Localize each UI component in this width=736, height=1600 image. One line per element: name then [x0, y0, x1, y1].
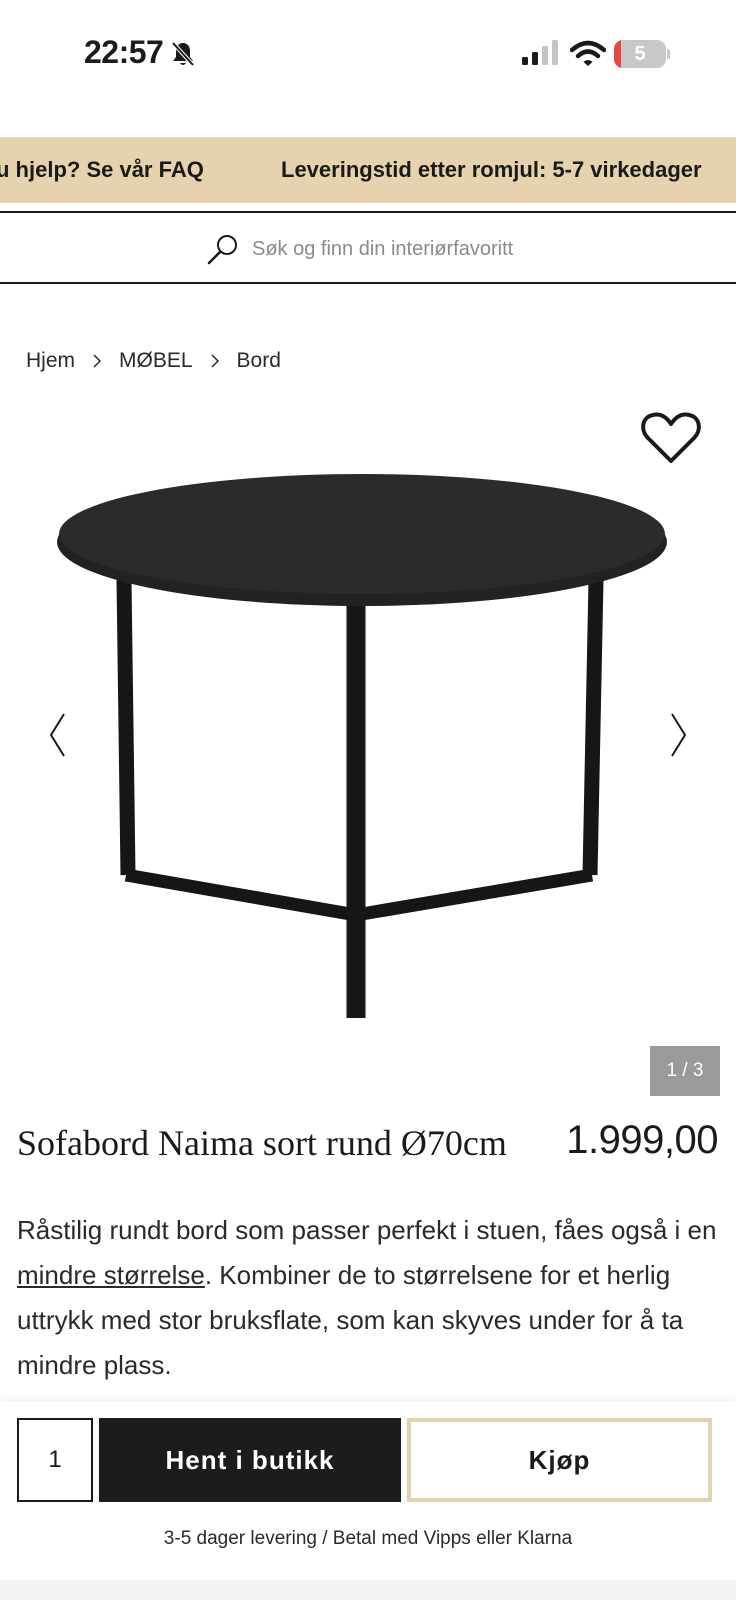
chevron-right-icon[interactable]: [662, 710, 692, 760]
search-input[interactable]: [252, 231, 672, 267]
purchase-bar: Hent i butikk Kjøp 3-5 dager levering / …: [0, 1402, 736, 1580]
breadcrumb-bord[interactable]: Bord: [237, 349, 281, 373]
delivery-note: 3-5 dager levering / Betal med Vipps ell…: [163, 1528, 573, 1549]
bell-slash-icon: [171, 41, 195, 67]
product-title: Sofabord Naima sort rund Ø70cm: [17, 1123, 507, 1163]
heart-icon[interactable]: [640, 410, 702, 466]
pickup-in-store-button[interactable]: Hent i butikk: [99, 1418, 401, 1502]
search-icon[interactable]: [206, 232, 240, 266]
promo-banner[interactable]: u hjelp? Se vår FAQ Leveringstid etter r…: [0, 137, 736, 203]
breadcrumb-home[interactable]: Hjem: [26, 349, 75, 373]
breadcrumb-mobel[interactable]: MØBEL: [119, 349, 193, 373]
status-time: 22:57: [84, 34, 164, 70]
battery-icon: 5: [614, 40, 670, 68]
product-description: Råstilig rundt bord som passer perfekt i…: [17, 1208, 717, 1388]
chevron-right-icon: [75, 349, 119, 373]
product-price: 1.999,00: [566, 1118, 718, 1162]
search-bar[interactable]: [0, 211, 736, 284]
breadcrumb: Hjem MØBEL Bord: [26, 346, 281, 376]
buy-button[interactable]: Kjøp: [407, 1418, 712, 1502]
wifi-icon: [570, 40, 606, 66]
image-counter: 1 / 3: [650, 1046, 720, 1096]
promo-delivery-text: Leveringstid etter romjul: 5-7 virkedage…: [281, 157, 702, 182]
quantity-input[interactable]: [17, 1418, 93, 1502]
description-text: Råstilig rundt bord som passer perfekt i…: [17, 1215, 717, 1245]
promo-faq-text[interactable]: u hjelp? Se vår FAQ: [0, 137, 204, 203]
status-bar: 22:57 5: [0, 0, 736, 110]
chevron-left-icon[interactable]: [44, 710, 74, 760]
battery-level: 5: [634, 43, 646, 65]
browser-bottom-strip: [0, 1580, 736, 1600]
chevron-right-icon: [193, 349, 237, 373]
signal-icon: [522, 40, 558, 65]
smaller-size-link[interactable]: mindre størrelse: [17, 1260, 205, 1290]
product-image: [57, 474, 667, 1018]
